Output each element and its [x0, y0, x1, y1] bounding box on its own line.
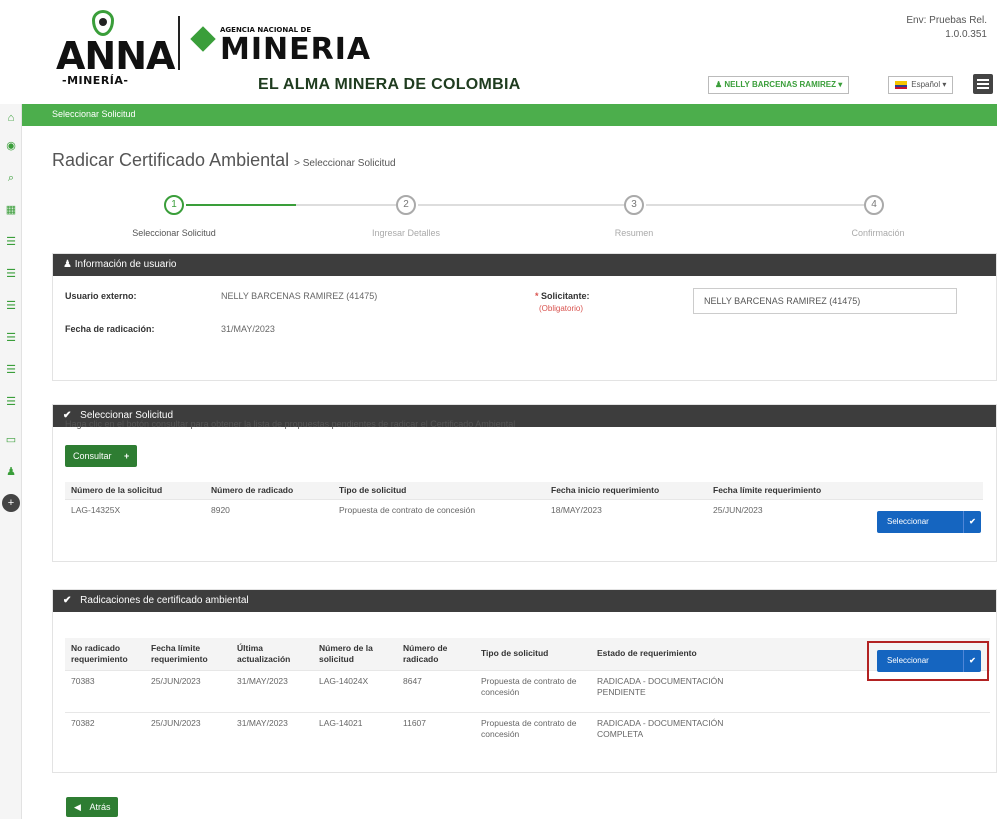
- table-row: LAG-14325X 8920 Propuesta de contrato de…: [65, 499, 983, 534]
- list-icon[interactable]: ☰: [3, 234, 19, 250]
- user-icon[interactable]: ♟: [3, 464, 19, 480]
- grid-icon[interactable]: ▦: [3, 202, 19, 218]
- requests-table: Número de la solicitud Número de radicad…: [65, 482, 983, 534]
- plus-icon: +: [124, 451, 130, 461]
- column-header: [867, 482, 983, 500]
- step-3-label: Resumen: [614, 228, 654, 238]
- step-1-circle: 1: [164, 195, 184, 215]
- logo-word: ANNA: [56, 34, 175, 78]
- column-header: Número de radicado: [205, 482, 333, 500]
- radicaciones-table: No radicado requerimiento Fecha límite r…: [65, 638, 990, 752]
- caret-down-icon: ▾: [942, 80, 947, 89]
- map-marker-icon[interactable]: ◉: [3, 138, 19, 154]
- step-3-circle: 3: [624, 195, 644, 215]
- tagline: EL ALMA MINERA DE COLOMBIA: [258, 76, 521, 93]
- consultar-button[interactable]: Consultar +: [65, 445, 138, 467]
- radicaciones-header: ✔ Radicaciones de certificado ambiental: [53, 590, 996, 612]
- instructions-text: Haga clic en el botón consultar para obt…: [65, 419, 516, 429]
- anna-logo: ANNA -MINERÍA-: [56, 10, 175, 88]
- home-icon[interactable]: ⌂: [3, 110, 19, 126]
- table-row: 70383 25/JUN/2023 31/MAY/2023 LAG-14024X…: [65, 669, 990, 712]
- user-info-title: Información de usuario: [74, 259, 177, 270]
- step-2-circle: 2: [396, 195, 416, 215]
- solicitante-field[interactable]: NELLY BARCENAS RAMIREZ (41475): [693, 288, 957, 314]
- diamond-icon: [190, 26, 216, 52]
- check-icon: ✔: [63, 595, 72, 606]
- select-request-button[interactable]: Seleccionar ✔: [877, 511, 981, 533]
- column-header: No radicado requerimiento: [65, 638, 145, 670]
- list-icon[interactable]: ☰: [3, 298, 19, 314]
- step-4-label: Confirmación: [851, 228, 905, 238]
- column-header: Fecha límite requerimiento: [707, 482, 867, 500]
- page-title-text: Radicar Certificado Ambiental: [52, 150, 290, 170]
- required-note: (Obligatorio): [539, 304, 584, 313]
- app-header: ANNA -MINERÍA- AGENCIA NACIONAL DE MINER…: [0, 0, 997, 96]
- step-line: [646, 204, 864, 206]
- search-icon[interactable]: ⌕: [3, 170, 19, 186]
- logo-divider: [178, 16, 180, 70]
- radicaciones-panel: ✔ Radicaciones de certificado ambiental …: [52, 589, 997, 773]
- page-subtitle: > Seleccionar Solicitud: [294, 158, 396, 169]
- list-icon[interactable]: ☰: [3, 266, 19, 282]
- list-icon[interactable]: ☰: [3, 330, 19, 346]
- check-icon: ✔: [963, 511, 981, 533]
- step-progress-line: [186, 204, 296, 206]
- user-menu-button[interactable]: ♟ NELLY BARCENAS RAMIREZ ▾: [708, 76, 850, 94]
- language-label: Español: [911, 80, 941, 89]
- step-4-circle: 4: [864, 195, 884, 215]
- step-2-label: Ingresar Detalles: [371, 228, 441, 238]
- step-line: [418, 204, 624, 206]
- column-header: Tipo de solicitud: [333, 482, 545, 500]
- env-version: 1.0.0.351: [945, 29, 987, 40]
- column-header: Estado de requerimiento: [591, 638, 743, 670]
- selection-highlight-box: [867, 641, 989, 681]
- solicitante-label: * Solicitante:: [535, 291, 590, 301]
- environment-info: Env: Pruebas Rel. 1.0.0.351: [906, 14, 987, 42]
- env-label: Env: Pruebas Rel.: [906, 15, 987, 26]
- column-header: Fecha inicio requerimiento: [545, 482, 707, 500]
- user-icon: ♟: [715, 80, 723, 89]
- page-title: Radicar Certificado Ambiental > Seleccio…: [52, 150, 396, 171]
- user-icon: ♟: [63, 259, 72, 270]
- step-line: [296, 204, 396, 206]
- back-button[interactable]: ◀ Atrás: [66, 797, 119, 817]
- fecha-value: 31/MAY/2023: [221, 324, 275, 334]
- language-button[interactable]: Español ▾: [888, 76, 954, 94]
- select-request-panel: ✔ Seleccionar Solicitud Haga clic en el …: [52, 404, 997, 562]
- column-header: Número de la solicitud: [65, 482, 205, 500]
- column-header: Tipo de solicitud: [475, 638, 591, 670]
- hamburger-menu-button[interactable]: [973, 74, 993, 94]
- user-info-header: ♟ Información de usuario: [53, 254, 996, 276]
- column-header: Número de radicado: [397, 638, 475, 670]
- folder-icon[interactable]: ▭: [3, 432, 19, 448]
- user-info-panel: ♟ Información de usuario Usuario externo…: [52, 253, 997, 381]
- caret-down-icon: ▾: [838, 80, 843, 89]
- column-header: Última actualización: [231, 638, 313, 670]
- radicaciones-title: Radicaciones de certificado ambiental: [80, 595, 249, 606]
- colombia-flag-icon: [895, 80, 907, 89]
- step-1-label: Seleccionar Solicitud: [132, 228, 216, 238]
- list-icon[interactable]: ☰: [3, 394, 19, 410]
- agency-name: MINERIA: [220, 32, 372, 67]
- breadcrumb-bar: Seleccionar Solicitud: [22, 104, 997, 126]
- fecha-label: Fecha de radicación:: [65, 324, 155, 334]
- user-name: NELLY BARCENAS RAMIREZ: [724, 80, 836, 89]
- breadcrumb[interactable]: Seleccionar Solicitud: [52, 109, 136, 119]
- arrow-left-icon: ◀: [74, 802, 81, 812]
- column-header: Fecha límite requerimiento: [145, 638, 231, 670]
- table-row: 70382 25/JUN/2023 31/MAY/2023 LAG-14021 …: [65, 711, 990, 752]
- column-header: Número de la solicitud: [313, 638, 397, 670]
- usuario-label: Usuario externo:: [65, 291, 137, 301]
- logo-subtitle: -MINERÍA-: [62, 74, 129, 87]
- usuario-value: NELLY BARCENAS RAMIREZ (41475): [221, 291, 378, 301]
- sidebar: ⌂ ◉ ⌕ ▦ ☰ ☰ ☰ ☰ ☰ ☰ ▭ ♟ +: [0, 104, 22, 819]
- drop-icon: [92, 10, 114, 36]
- plus-circle-icon[interactable]: +: [2, 494, 20, 512]
- list-icon[interactable]: ☰: [3, 362, 19, 378]
